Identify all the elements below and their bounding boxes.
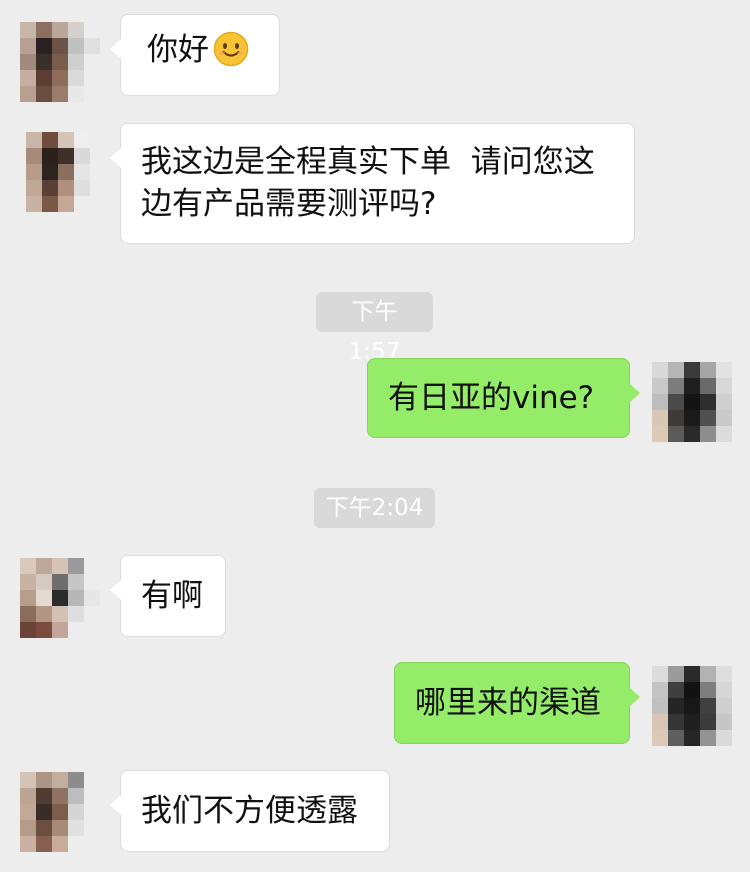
self-avatar[interactable] bbox=[652, 362, 732, 442]
contact-avatar[interactable] bbox=[20, 558, 100, 638]
timestamp: 下午2:04 bbox=[314, 488, 435, 528]
smiling-face-emoji bbox=[213, 31, 249, 67]
message-text: 你好 bbox=[147, 32, 209, 68]
contact-avatar[interactable] bbox=[20, 772, 100, 852]
message-text: 我这边是全程真实下单 请问您这边有产品需要测评吗? bbox=[141, 144, 595, 222]
incoming-message-bubble[interactable]: 我们不方便透露 bbox=[110, 770, 390, 852]
message-text: 有啊 bbox=[141, 578, 203, 614]
outgoing-message-bubble[interactable]: 有日亚的vine? bbox=[367, 358, 640, 438]
timestamp: 下午1:57 bbox=[316, 292, 433, 365]
message-text: 哪里来的渠道 bbox=[415, 685, 601, 721]
outgoing-message-bubble[interactable]: 哪里来的渠道 bbox=[394, 662, 640, 744]
incoming-message-bubble[interactable]: 我这边是全程真实下单 请问您这边有产品需要测评吗? bbox=[110, 123, 635, 244]
incoming-message-bubble[interactable]: 有啊 bbox=[110, 555, 226, 637]
message-text: 我们不方便透露 bbox=[141, 793, 358, 829]
self-avatar[interactable] bbox=[652, 666, 732, 746]
contact-avatar[interactable] bbox=[20, 22, 100, 102]
message-text: 有日亚的vine? bbox=[388, 380, 595, 416]
incoming-message-bubble[interactable]: 你好 bbox=[110, 14, 280, 96]
contact-avatar[interactable] bbox=[26, 132, 106, 212]
